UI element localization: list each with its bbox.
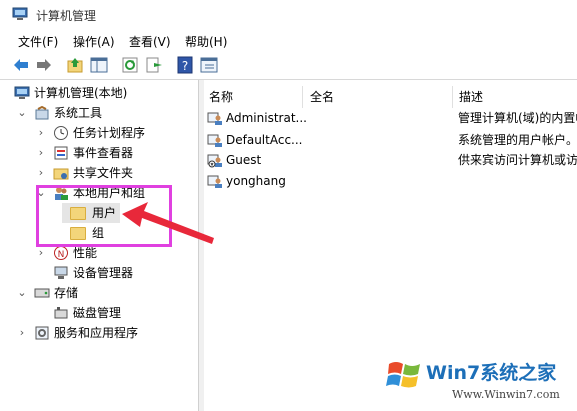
storage-icon [34, 288, 50, 298]
user-icon [207, 175, 222, 188]
table-row[interactable]: Guest 供来宾访问计算机或访问域的内置帐户 [204, 150, 577, 170]
tree-label-shared-folders: 共享文件夹 [73, 166, 134, 180]
performance-icon: N [54, 246, 68, 260]
cell-description: 系统管理的用户帐户。 [458, 133, 577, 147]
watermark: Win7系统之家 Www.Winwin7.com [380, 352, 577, 411]
watermark-url: Www.Winwin7.com [452, 388, 560, 401]
table-row[interactable]: Administrat... 管理计算机(域)的内置帐户 [204, 108, 577, 128]
user-icon [207, 134, 222, 147]
help-icon[interactable]: ? [176, 56, 194, 74]
chevron-right-icon[interactable]: › [35, 163, 47, 183]
menu-view[interactable]: 查看(V) [129, 33, 171, 50]
windows-logo-icon [386, 362, 420, 388]
window-title: 计算机管理 [36, 9, 97, 23]
computer-management-icon [12, 7, 28, 20]
clock-icon [54, 126, 68, 140]
system-tools-icon [35, 105, 49, 120]
column-header-fullname[interactable]: 全名 [310, 86, 334, 108]
properties-icon[interactable] [200, 56, 218, 74]
refresh-icon[interactable] [121, 56, 139, 74]
cell-name: Guest [226, 153, 262, 167]
chevron-right-icon[interactable]: › [35, 143, 47, 163]
table-row[interactable]: DefaultAcc... 系统管理的用户帐户。 [204, 130, 577, 150]
user-icon [207, 112, 222, 125]
tree-label-event-viewer: 事件查看器 [73, 146, 134, 160]
services-icon [35, 326, 49, 340]
table-row[interactable]: yonghang [204, 171, 577, 191]
menu-action[interactable]: 操作(A) [73, 33, 115, 50]
shared-folder-icon [53, 168, 69, 180]
cell-description: 管理计算机(域)的内置帐户 [458, 111, 577, 125]
chevron-down-icon[interactable]: ⌄ [16, 103, 28, 123]
tree-label-storage: 存储 [54, 286, 79, 300]
annotation-arrow-icon [122, 202, 214, 244]
device-manager-icon [54, 266, 68, 279]
back-icon[interactable] [12, 56, 30, 74]
computer-management-icon [14, 86, 30, 99]
chevron-right-icon[interactable]: › [16, 323, 28, 343]
column-header-name[interactable]: 名称 [209, 86, 233, 108]
svg-text:?: ? [182, 59, 188, 73]
title-bar: 计算机管理 [0, 0, 577, 30]
cell-name: yonghang [226, 174, 286, 188]
cell-description: 供来宾访问计算机或访问域的内置帐户 [458, 153, 577, 167]
forward-icon[interactable] [35, 56, 53, 74]
disk-management-icon [54, 307, 68, 319]
column-divider[interactable] [302, 86, 303, 108]
tree-label-services-apps: 服务和应用程序 [54, 326, 139, 340]
chevron-right-icon[interactable]: › [35, 123, 47, 143]
chevron-down-icon[interactable]: ⌄ [16, 283, 28, 303]
tree-label-root: 计算机管理(本地) [34, 86, 128, 100]
cell-name: Administrat... [226, 111, 306, 125]
cell-name: DefaultAcc... [226, 133, 303, 147]
toolbar: ? [0, 52, 577, 80]
tree-label-disk-management: 磁盘管理 [73, 306, 122, 320]
column-header-description[interactable]: 描述 [459, 86, 483, 108]
column-divider[interactable] [452, 86, 453, 108]
export-list-icon[interactable] [145, 56, 163, 74]
menu-help[interactable]: 帮助(H) [185, 33, 227, 50]
menu-bar: 文件(F) 操作(A) 查看(V) 帮助(H) [0, 30, 577, 50]
tree-label-task-scheduler: 任务计划程序 [73, 126, 146, 140]
event-viewer-icon [54, 146, 68, 160]
menu-file[interactable]: 文件(F) [18, 33, 58, 50]
show-hide-tree-icon[interactable] [90, 56, 108, 74]
up-folder-icon[interactable] [66, 56, 84, 74]
tree-label-system-tools: 系统工具 [54, 106, 103, 120]
user-disabled-icon [207, 154, 222, 168]
svg-text:N: N [58, 250, 65, 260]
tree-label-device-manager: 设备管理器 [73, 266, 134, 280]
watermark-title: Win7系统之家 [426, 362, 557, 384]
